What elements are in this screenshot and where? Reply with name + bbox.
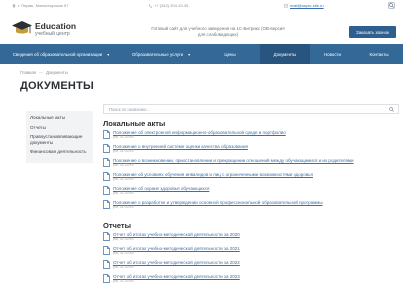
phone-text: +7 (342) 204-19-35 — [154, 3, 189, 8]
document-meta: pdf, 31.33 Кб — [113, 177, 134, 182]
email-block[interactable]: mail@aspro-site.ru — [284, 3, 324, 8]
nav-item-label: Контакты — [369, 51, 389, 57]
main-nav: Сведения об образовательной организации ▾… — [0, 44, 403, 64]
nav-item-about[interactable]: Сведения об образовательной организации ▾ — [0, 44, 122, 64]
sidebar: Локальные акты Отчеты Правоустанавливающ… — [26, 111, 93, 163]
breadcrumb-separator: — — [38, 70, 44, 75]
graduation-cap-icon[interactable] — [12, 19, 32, 37]
search-placeholder: Поиск по названию... — [109, 106, 150, 112]
breadcrumb: Главная — Документы — [20, 70, 68, 75]
sidebar-item-legal-documents[interactable]: Правоустанавливающие документы — [26, 132, 93, 147]
section-title-local-acts: Локальные акты — [103, 119, 166, 128]
address-text: г. Пермь, Монастырская 57 — [18, 3, 69, 8]
search-icon[interactable] — [389, 107, 394, 112]
sidebar-item-local-acts[interactable]: Локальные акты — [26, 113, 93, 123]
document-icon — [103, 232, 110, 241]
document-meta: pdf, 31.33 Кб — [113, 163, 134, 168]
brand-name[interactable]: Education — [35, 21, 76, 31]
document-item[interactable]: Положение о внутренней системе оценки ка… — [103, 144, 399, 154]
email-icon — [284, 4, 288, 7]
document-meta: pdf, 31.33 Кб — [113, 251, 134, 256]
document-item[interactable]: Положение об условиях обучения инвалидов… — [103, 172, 399, 182]
document-item[interactable]: Положение об электронной информационно-о… — [103, 130, 399, 140]
phone-block[interactable]: +7 (342) 204-19-35 — [148, 3, 188, 8]
document-meta: pdf, 31.33 Кб — [113, 237, 134, 242]
location-icon — [12, 3, 16, 8]
document-item[interactable]: Положение об охране здоровья обучающихся… — [103, 186, 399, 196]
sidebar-item-reports[interactable]: Отчеты — [26, 123, 93, 133]
nav-item-contacts[interactable]: Контакты — [355, 44, 403, 64]
document-meta: pdf, 31.33 Кб — [113, 191, 134, 196]
top-bar: г. Пермь, Монастырская 57 +7 (342) 204-1… — [0, 0, 403, 12]
nav-item-label: Новости — [324, 51, 341, 57]
chevron-down-icon: ▾ — [107, 51, 110, 57]
document-item[interactable]: Положение о разработке и утверждении осн… — [103, 200, 399, 210]
nav-item-label: Образовательные услуги — [131, 51, 184, 57]
breadcrumb-home[interactable]: Главная — [20, 70, 36, 75]
brand-subtitle: учебный центр — [35, 31, 70, 37]
chevron-down-icon: ▾ — [188, 51, 191, 57]
search-icon — [389, 3, 394, 8]
document-item[interactable]: Положение о возникновении, приостановлен… — [103, 158, 399, 168]
document-item[interactable]: Отчет об итогах учебно-методической деят… — [103, 274, 399, 284]
document-item[interactable]: Отчет об итогах учебно-методической деят… — [103, 246, 399, 256]
document-title[interactable]: Отчет об итогах учебно-методической деят… — [113, 246, 240, 251]
nav-item-documents[interactable]: Документы — [260, 44, 310, 64]
page-title: ДОКУМЕНТЫ — [20, 80, 94, 92]
document-title[interactable]: Отчет об итогах учебно-методической деят… — [113, 232, 240, 237]
section-title-reports: Отчеты — [103, 221, 132, 230]
document-meta: pdf, 31.33 Кб — [113, 149, 134, 154]
nav-item-prices[interactable]: Цены — [200, 44, 260, 64]
document-title[interactable]: Положение об электронной информационно-о… — [113, 130, 286, 135]
document-icon — [103, 130, 110, 139]
document-meta: pdf, 31.33 Кб — [113, 135, 134, 140]
document-icon — [103, 246, 110, 255]
document-title[interactable]: Положение о разработке и утверждении осн… — [113, 200, 323, 205]
document-icon — [103, 172, 110, 181]
document-search-input[interactable]: Поиск по названию... — [103, 104, 399, 114]
email-link[interactable]: mail@aspro-site.ru — [290, 3, 324, 8]
document-icon — [103, 200, 110, 209]
document-title[interactable]: Отчет об итогах учебно-методической деят… — [113, 260, 240, 265]
header-search-button[interactable] — [388, 2, 395, 9]
document-icon — [103, 186, 110, 195]
site-tagline: Готовый сайт для учебного заведения на 1… — [151, 26, 285, 37]
callback-button[interactable]: Заказать звонок — [349, 26, 396, 38]
document-icon — [103, 260, 110, 269]
document-icon — [103, 144, 110, 153]
document-title[interactable]: Отчет об итогах учебно-методической деят… — [113, 274, 240, 279]
document-title[interactable]: Положение об условиях обучения инвалидов… — [113, 172, 313, 177]
nav-item-news[interactable]: Новости — [310, 44, 355, 64]
document-meta: pdf, 31.33 Кб — [113, 205, 134, 210]
nav-item-label: Документы — [273, 51, 297, 57]
document-title[interactable]: Положение о внутренней системе оценки ка… — [113, 144, 248, 149]
nav-item-label: Сведения об образовательной организации — [12, 51, 103, 57]
document-title[interactable]: Положение о возникновении, приостановлен… — [113, 158, 354, 163]
phone-icon — [148, 3, 152, 8]
nav-item-label: Цены — [224, 51, 236, 57]
document-title[interactable]: Положение об охране здоровья обучающихся — [113, 186, 209, 191]
document-icon — [103, 274, 110, 283]
document-meta: pdf, 31.33 Кб — [113, 279, 134, 284]
document-meta: pdf, 31.33 Кб — [113, 265, 134, 270]
site-header: Education учебный центр Готовый сайт для… — [0, 12, 403, 44]
breadcrumb-current: Документы — [46, 70, 68, 75]
address-block: г. Пермь, Монастырская 57 — [12, 3, 68, 8]
nav-item-services[interactable]: Образовательные услуги ▾ — [122, 44, 200, 64]
sidebar-item-financial-activity[interactable]: Финансовая деятельность — [26, 147, 93, 157]
document-icon — [103, 158, 110, 167]
document-item[interactable]: Отчет об итогах учебно-методической деят… — [103, 260, 399, 270]
document-item[interactable]: Отчет об итогах учебно-методической деят… — [103, 232, 399, 242]
